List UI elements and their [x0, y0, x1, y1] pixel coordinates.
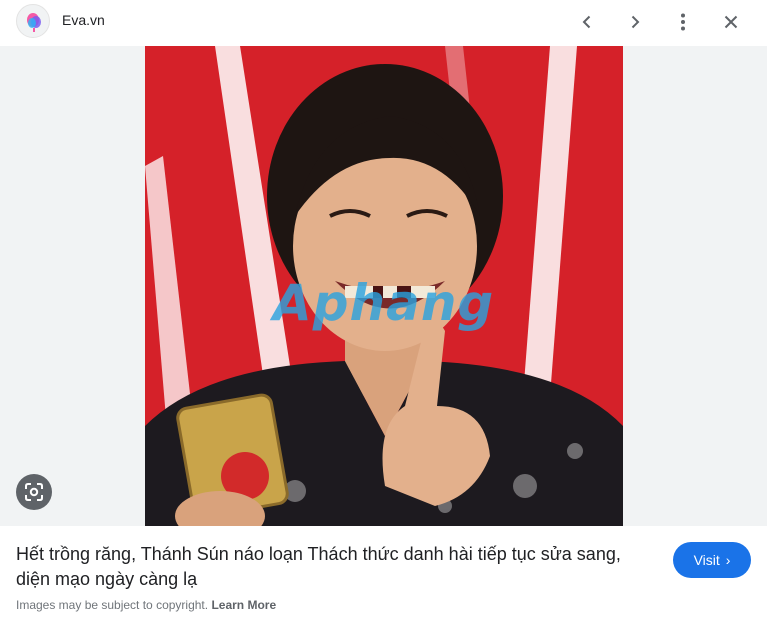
image-viewer-header: Eva.vn: [0, 0, 767, 43]
close-button[interactable]: [718, 9, 744, 35]
close-icon: [724, 15, 738, 29]
visit-button[interactable]: Visit ›: [673, 542, 751, 578]
more-vert-icon: [681, 13, 685, 31]
next-button[interactable]: [622, 9, 648, 35]
site-name[interactable]: Eva.vn: [62, 12, 105, 28]
chevron-right-icon: [631, 15, 640, 29]
image-viewer: Aphang: [0, 46, 767, 526]
visit-button-label: Visit: [693, 552, 720, 568]
chevron-right-icon: ›: [725, 552, 731, 568]
lens-search-icon: [25, 483, 43, 501]
previous-button[interactable]: [574, 9, 600, 35]
eva-logo-icon[interactable]: [16, 4, 50, 38]
lens-search-button[interactable]: [16, 474, 52, 510]
preview-image[interactable]: Aphang: [145, 46, 623, 526]
chevron-left-icon: [582, 15, 591, 29]
watermark: Aphang: [273, 274, 495, 332]
copyright-notice: Images may be subject to copyright. Lear…: [16, 598, 276, 612]
more-options-button[interactable]: [670, 9, 696, 35]
image-title[interactable]: Hết trồng răng, Thánh Sún náo loạn Thách…: [16, 542, 656, 592]
copyright-text: Images may be subject to copyright.: [16, 598, 209, 612]
learn-more-link[interactable]: Learn More: [211, 598, 276, 612]
